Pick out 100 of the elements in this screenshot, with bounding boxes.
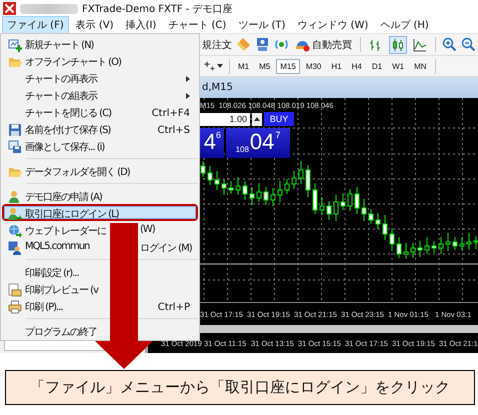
- sparkle-icon: [204, 60, 216, 72]
- timeframe-button[interactable]: M1: [234, 58, 254, 74]
- candlestick: [446, 232, 450, 252]
- save-icon: [8, 123, 22, 137]
- menu-item[interactable]: 新規チャート (N): [4, 37, 196, 50]
- timeframe-button[interactable]: MN: [410, 58, 431, 74]
- menu-item-label: 新規チャート (N): [25, 38, 94, 52]
- menu-item-label: チャートを閉じる (C): [25, 107, 112, 120]
- auto-trading-button[interactable]: 自動売買: [293, 37, 354, 52]
- candlestick: [208, 166, 212, 186]
- candlestick: [460, 236, 464, 252]
- menu-item-label: データフォルダを開く (D): [25, 166, 131, 179]
- candlestick: [382, 214, 388, 240]
- zoom-out-icon[interactable]: [461, 37, 476, 52]
- menu-item-label: チャートの組表示: [25, 90, 98, 103]
- candlestick: [404, 242, 408, 260]
- zoom-in-icon[interactable]: [442, 37, 457, 52]
- buy-button[interactable]: BUY: [264, 112, 294, 126]
- candlestick: [256, 182, 262, 202]
- menu-item-label: オフラインチャート (O): [25, 56, 122, 69]
- menu-item[interactable]: プログラムの終了: [4, 324, 196, 337]
- menu-item[interactable]: デモ口座の申請 (A): [4, 189, 196, 202]
- blurred-block: [20, 4, 78, 14]
- user-icon: [8, 190, 22, 204]
- candlestick: [362, 198, 366, 222]
- candlestick-icon: [391, 38, 405, 52]
- chart-window-title: d,M15: [202, 82, 233, 93]
- menu-item-label: ログイン (M): [140, 242, 192, 255]
- candlestick: [432, 240, 436, 254]
- menu-item[interactable]: チャートの再表示: [4, 71, 196, 84]
- candlestick: [410, 242, 416, 258]
- menu-bar-item[interactable]: ヘルプ (H): [375, 16, 434, 34]
- print-preview-icon: [8, 283, 22, 297]
- user-icon: [8, 241, 22, 255]
- candlestick: [424, 236, 430, 254]
- menu-item[interactable]: オフラインチャート (O): [4, 54, 196, 67]
- candlestick: [298, 160, 304, 184]
- menu-item-label: (W): [140, 224, 155, 237]
- candlestick: [312, 182, 318, 214]
- tools-dropdown-button[interactable]: [202, 59, 225, 73]
- candlestick: [396, 236, 402, 258]
- spinner-button[interactable]: [252, 112, 262, 126]
- chart-plus-icon: [8, 38, 22, 52]
- menu-item[interactable]: 画像として保存... (i): [4, 139, 196, 152]
- line-chart-icon: [413, 38, 427, 52]
- folder-icon: [8, 165, 22, 179]
- candlestick: [320, 196, 324, 216]
- candlestick: [438, 236, 444, 254]
- menu-item[interactable]: チャートの組表示: [4, 88, 196, 101]
- candlestick: [214, 170, 220, 190]
- timeframe-button[interactable]: M15: [276, 58, 300, 74]
- submenu-arrow-icon: [186, 93, 190, 99]
- signal-icon[interactable]: [274, 37, 289, 52]
- menu-item-label: 印刷プレビュー (v: [25, 284, 100, 297]
- candlestick: [236, 176, 240, 196]
- submenu-arrow-icon: [186, 76, 190, 82]
- menu-bar-item[interactable]: ファイル (F): [2, 16, 69, 34]
- candlestick: [466, 232, 472, 250]
- menu-item[interactable]: 印刷プレビュー (v: [4, 282, 196, 295]
- menu-item-label: MQL5.commun: [25, 241, 90, 254]
- candlestick: [418, 240, 422, 258]
- menu-bar-item[interactable]: ツール (T): [233, 16, 290, 34]
- candlestick: [326, 200, 332, 220]
- menu-item[interactable]: 名前を付けて保存 (S) Ctrl+S: [4, 122, 196, 135]
- timeframe-button[interactable]: H4: [348, 58, 366, 74]
- candlestick: [348, 188, 352, 212]
- menu-item-label: 印刷 (P)...: [25, 300, 64, 314]
- menu-item-label: 画像として保存... (i): [25, 141, 106, 154]
- candlestick: [354, 186, 360, 214]
- window-title: FXTrade-Demo FXTF - デモ口座: [82, 2, 233, 16]
- timeframe-button[interactable]: H1: [327, 58, 346, 74]
- candlestick: [306, 164, 310, 198]
- timeframe-button[interactable]: M5: [255, 58, 274, 74]
- menu-item[interactable]: データフォルダを開く (D): [4, 164, 196, 177]
- menu-bar-item[interactable]: 挿入(I): [120, 16, 162, 34]
- new-order-button[interactable]: 規注文: [202, 38, 232, 52]
- menu-item-label: プログラムの終了: [25, 326, 98, 339]
- menu-bar-item[interactable]: チャート (C): [163, 16, 232, 34]
- menu-item[interactable]: 印刷 (P)... Ctrl+P: [4, 299, 196, 312]
- menu-bar-item[interactable]: ウィンドウ (W): [292, 16, 374, 34]
- candlestick: [200, 160, 206, 178]
- menu-item-label: チャートの再表示: [25, 72, 98, 86]
- menu-item-label: 取引口座にログイン (L): [25, 208, 120, 221]
- timeframe-button[interactable]: W1: [388, 58, 408, 74]
- candlestick-button[interactable]: [389, 36, 407, 54]
- timeframe-button[interactable]: D1: [368, 58, 386, 74]
- menu-item[interactable]: 印刷設定 (r)...: [4, 265, 196, 278]
- candlestick: [390, 228, 394, 252]
- shortcut-text: Ctrl+P: [158, 302, 190, 312]
- bar-chart-icon: [369, 38, 383, 52]
- menu-item[interactable]: MQL5.commun ログイン (M): [4, 240, 196, 253]
- menu-item[interactable]: ウェブトレーダーに (W): [4, 223, 196, 236]
- menu-item[interactable]: チャートを閉じる (C) Ctrl+F4: [4, 105, 196, 118]
- menu-item[interactable]: 取引口座にログイン (L): [4, 206, 196, 219]
- shortcut-text: Ctrl+F4: [152, 108, 190, 118]
- lot-size-field[interactable]: 1.00: [200, 112, 250, 126]
- candlestick: [368, 208, 374, 224]
- timeframe-button[interactable]: M30: [302, 58, 326, 74]
- users-icon[interactable]: [255, 37, 270, 52]
- menu-bar-item[interactable]: 表示 (V): [70, 16, 119, 34]
